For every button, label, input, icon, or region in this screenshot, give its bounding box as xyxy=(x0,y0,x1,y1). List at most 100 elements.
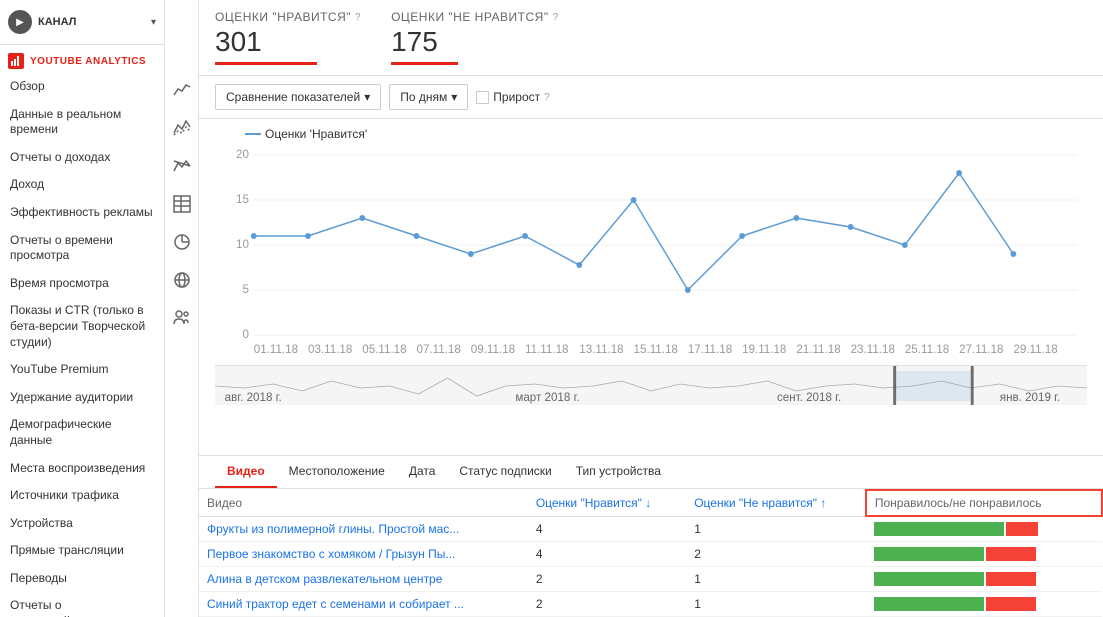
svg-text:09.11.18: 09.11.18 xyxy=(471,342,516,356)
channel-avatar: ▶ xyxy=(8,10,32,34)
svg-text:0: 0 xyxy=(242,327,249,341)
likes-metric-bar xyxy=(215,62,317,65)
sidebar-item-revenue-reports[interactable]: Отчеты о доходах xyxy=(0,144,164,172)
tab-location[interactable]: Местоположение xyxy=(277,456,397,488)
tab-device[interactable]: Тип устройства xyxy=(564,456,673,488)
compare-button[interactable]: Сравнение показателей ▾ xyxy=(215,84,381,110)
tab-subscription[interactable]: Статус подписки xyxy=(447,456,563,488)
sidebar-item-translations[interactable]: Переводы xyxy=(0,565,164,593)
chart-area: Оценки 'Нравится' 20 15 10 5 0 01.11.18 … xyxy=(199,119,1103,455)
table-icon[interactable] xyxy=(172,194,192,214)
icon-bar xyxy=(165,0,199,617)
metrics-row: ОЦЕНКИ "НРАВИТСЯ" ? 301 ОЦЕНКИ "НЕ НРАВИ… xyxy=(199,0,1103,76)
analytics-section-header: YOUTUBE ANALYTICS xyxy=(0,45,164,73)
dislikes-value: 1 xyxy=(686,516,866,542)
sidebar-item-shows-ctr[interactable]: Показы и CTR (только в бета-версии Творч… xyxy=(0,297,164,356)
svg-text:20: 20 xyxy=(236,147,249,161)
sidebar-item-watchtime[interactable]: Время просмотра xyxy=(0,270,164,298)
sidebar-item-demographics[interactable]: Демографические данные xyxy=(0,411,164,454)
chart-legend: Оценки 'Нравится' xyxy=(245,127,1087,141)
legend-likes: Оценки 'Нравится' xyxy=(245,127,367,141)
sidebar-item-traffic[interactable]: Источники трафика xyxy=(0,482,164,510)
people-icon[interactable] xyxy=(172,308,192,328)
likes-bar xyxy=(874,597,984,611)
dislikes-metric: ОЦЕНКИ "НЕ НРАВИТСЯ" ? 175 xyxy=(391,10,559,65)
svg-text:29.11.18: 29.11.18 xyxy=(1013,342,1058,356)
col-header-likes[interactable]: Оценки "Нравится" ↓ xyxy=(528,490,686,517)
minimap[interactable]: авг. 2018 г. март 2018 г. сент. 2018 г. … xyxy=(215,365,1087,405)
svg-text:15.11.18: 15.11.18 xyxy=(634,342,679,356)
dislikes-metric-bar xyxy=(391,62,458,65)
video-link[interactable]: Первое знакомство с хомяком / Грызун Пы.… xyxy=(199,542,528,567)
legend-dot-likes xyxy=(245,133,261,135)
data-table: Видео Оценки "Нравится" ↓ Оценки "Не нра… xyxy=(199,489,1103,617)
col-header-ratio: Понравилось/не понравилось xyxy=(866,490,1102,517)
dislikes-value: 2 xyxy=(686,542,866,567)
video-link[interactable]: Фрукты из полимерной глины. Простой мас.… xyxy=(199,516,528,542)
sidebar: ▶ КАНАЛ ▾ YOUTUBE ANALYTICS Обзор Данные… xyxy=(0,0,165,617)
svg-text:сент. 2018 г.: сент. 2018 г. xyxy=(777,390,841,404)
dislikes-metric-value: 175 xyxy=(391,26,559,58)
channel-label: КАНАЛ xyxy=(38,16,151,28)
sidebar-item-interaction-reports[interactable]: Отчеты о взаимодействии xyxy=(0,592,164,617)
sidebar-item-yt-premium[interactable]: YouTube Premium xyxy=(0,356,164,384)
sidebar-item-devices[interactable]: Устройства xyxy=(0,510,164,538)
toolbar: Сравнение показателей ▾ По дням ▾ Прирос… xyxy=(199,76,1103,119)
channel-selector[interactable]: ▶ КАНАЛ ▾ xyxy=(0,0,164,45)
analytics-label: YOUTUBE ANALYTICS xyxy=(30,56,146,67)
svg-text:март 2018 г.: март 2018 г. xyxy=(515,390,579,404)
likes-help-icon[interactable]: ? xyxy=(355,12,361,23)
table-row: Фрукты из полимерной глины. Простой мас.… xyxy=(199,516,1102,542)
svg-text:11.11.18: 11.11.18 xyxy=(525,342,569,356)
video-link[interactable]: Алина в детском развлекательном центре xyxy=(199,567,528,592)
compare-chart-icon[interactable] xyxy=(172,118,192,138)
likes-bar xyxy=(874,522,1004,536)
dislikes-help-icon[interactable]: ? xyxy=(553,12,559,23)
sidebar-item-watchtime-reports[interactable]: Отчеты о времени просмотра xyxy=(0,227,164,270)
tab-date[interactable]: Дата xyxy=(397,456,448,488)
line-chart-icon[interactable] xyxy=(172,80,192,100)
sidebar-item-income[interactable]: Доход xyxy=(0,171,164,199)
svg-text:15: 15 xyxy=(236,192,249,206)
svg-text:03.11.18: 03.11.18 xyxy=(308,342,353,356)
svg-text:07.11.18: 07.11.18 xyxy=(417,342,462,356)
svg-text:5: 5 xyxy=(242,282,249,296)
likes-bar xyxy=(874,572,984,586)
ratio-bar-cell xyxy=(866,567,1102,592)
video-link[interactable]: Синий трактор едет с семенами и собирает… xyxy=(199,592,528,617)
sidebar-item-ads-eff[interactable]: Эффективность рекламы xyxy=(0,199,164,227)
svg-text:23.11.18: 23.11.18 xyxy=(851,342,896,356)
likes-metric-value: 301 xyxy=(215,26,361,58)
growth-help-icon[interactable]: ? xyxy=(544,92,550,103)
tab-video[interactable]: Видео xyxy=(215,456,277,488)
growth-checkbox[interactable]: Прирост ? xyxy=(476,90,549,104)
sidebar-item-live[interactable]: Прямые трансляции xyxy=(0,537,164,565)
likes-value: 2 xyxy=(528,567,686,592)
ratio-bar-cell xyxy=(866,542,1102,567)
svg-text:янв. 2019 г.: янв. 2019 г. xyxy=(1000,390,1060,404)
likes-value: 2 xyxy=(528,592,686,617)
growth-checkbox-box[interactable] xyxy=(476,91,489,104)
sidebar-item-obzor[interactable]: Обзор xyxy=(0,73,164,101)
chevron-down-icon: ▾ xyxy=(151,17,156,28)
globe-icon[interactable] xyxy=(172,270,192,290)
analytics-icon xyxy=(8,53,24,69)
dislikes-metric-label: ОЦЕНКИ "НЕ НРАВИТСЯ" ? xyxy=(391,10,559,24)
sidebar-item-retention[interactable]: Удержание аудитории xyxy=(0,384,164,412)
pie-chart-icon[interactable] xyxy=(172,232,192,252)
sidebar-item-playback[interactable]: Места воспроизведения xyxy=(0,455,164,483)
bar-chart-icon[interactable] xyxy=(172,156,192,176)
svg-text:19.11.18: 19.11.18 xyxy=(742,342,787,356)
chevron-down-icon: ▾ xyxy=(451,90,457,104)
likes-metric-label: ОЦЕНКИ "НРАВИТСЯ" ? xyxy=(215,10,361,24)
tab-row: Видео Местоположение Дата Статус подписк… xyxy=(199,456,1103,489)
period-button[interactable]: По дням ▾ xyxy=(389,84,468,110)
table-row: Синий трактор едет с семенами и собирает… xyxy=(199,592,1102,617)
table-row: Алина в детском развлекательном центре 2… xyxy=(199,567,1102,592)
sidebar-item-realtime[interactable]: Данные в реальном времени xyxy=(0,101,164,144)
dislikes-value: 1 xyxy=(686,567,866,592)
col-header-video: Видео xyxy=(199,490,528,517)
col-header-dislikes[interactable]: Оценки "Не нравится" ↑ xyxy=(686,490,866,517)
svg-text:05.11.18: 05.11.18 xyxy=(362,342,407,356)
likes-value: 4 xyxy=(528,542,686,567)
